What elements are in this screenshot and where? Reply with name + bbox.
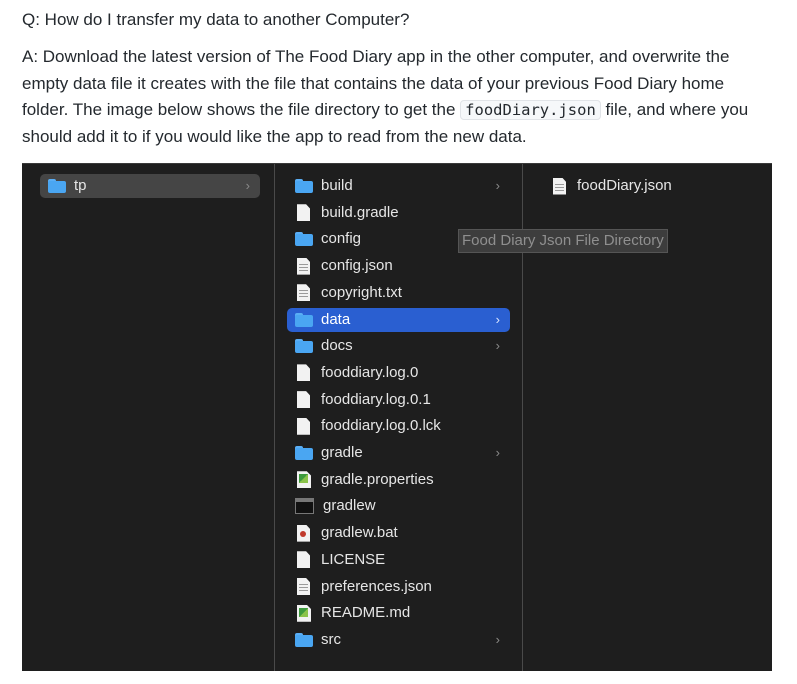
document-icon [297, 578, 310, 595]
chevron-right-icon: › [495, 178, 500, 193]
finder-item-fooddiary-log-0-lck[interactable]: fooddiary.log.0.lck [287, 414, 510, 438]
finder-item-label: build [321, 177, 353, 194]
finder-item-data[interactable]: data › [287, 307, 510, 332]
finder-item-gradle-properties[interactable]: gradle.properties [287, 468, 510, 492]
finder-item-label: docs [321, 337, 353, 355]
finder-item-label: gradlew [323, 497, 376, 515]
file-icon [297, 391, 310, 409]
finder-item-label: gradlew.bat [321, 524, 398, 542]
file-icon [297, 417, 310, 435]
finder-item-build-gradle[interactable]: build.gradle [287, 201, 510, 225]
finder-item-label: src [321, 630, 341, 648]
batch-file-icon [297, 524, 310, 542]
folder-icon [48, 179, 66, 193]
finder-item-label: config.json [321, 257, 393, 275]
finder-item-gradlew-bat[interactable]: gradlew.bat [287, 521, 510, 545]
finder-item-label: fooddiary.log.0.1 [321, 390, 431, 408]
folder-icon [295, 312, 313, 327]
finder-item-label: tp [74, 177, 87, 194]
folder-icon [295, 339, 313, 354]
chevron-right-icon: › [495, 445, 500, 460]
folder-icon [295, 446, 313, 460]
document-icon [553, 177, 566, 195]
finder-item-fooddiary-log-0[interactable]: fooddiary.log.0 [287, 361, 510, 385]
terminal-icon [295, 498, 314, 515]
file-icon [297, 364, 310, 382]
inline-code-filename: foodDiary.json [460, 100, 601, 120]
finder-item-label: copyright.txt [321, 283, 402, 301]
document-icon [297, 257, 310, 275]
finder-item-fooddiary-json[interactable]: foodDiary.json [543, 174, 758, 198]
file-icon [297, 204, 310, 222]
folder-icon [295, 232, 313, 247]
finder-item-gradlew[interactable]: gradlew [287, 494, 510, 518]
finder-item-label: preferences.json [321, 577, 432, 595]
chevron-right-icon: › [245, 178, 250, 193]
answer-paragraph: A: Download the latest version of The Fo… [22, 44, 772, 150]
file-icon [297, 551, 310, 569]
finder-item-label: foodDiary.json [577, 177, 672, 194]
directory-tooltip: Food Diary Json File Directory [458, 229, 668, 253]
finder-item-label: gradle.properties [321, 470, 434, 488]
finder-column-1[interactable]: tp › [22, 164, 275, 671]
finder-item-fooddiary-log-0-1[interactable]: fooddiary.log.0.1 [287, 388, 510, 412]
folder-icon [295, 179, 313, 193]
finder-item-gradle[interactable]: gradle › [287, 441, 510, 465]
markdown-icon [297, 604, 311, 622]
finder-item-label: gradle [321, 444, 363, 461]
folder-icon [295, 632, 313, 647]
document-icon [297, 284, 310, 302]
finder-item-tp[interactable]: tp › [40, 174, 260, 198]
chevron-right-icon: › [495, 631, 500, 647]
finder-item-preferences-json[interactable]: preferences.json [287, 575, 510, 599]
finder-item-label: fooddiary.log.0.lck [321, 417, 441, 435]
finder-item-docs[interactable]: docs › [287, 334, 510, 358]
finder-item-readme-md[interactable]: README.md [287, 601, 510, 625]
finder-item-src[interactable]: src › [287, 628, 510, 652]
properties-icon [297, 471, 311, 489]
finder-item-label: README.md [321, 604, 411, 622]
finder-item-license[interactable]: LICENSE [287, 548, 510, 572]
finder-item-label: data [321, 310, 351, 328]
chevron-right-icon: › [495, 338, 500, 354]
finder-item-label: build.gradle [321, 203, 399, 221]
finder-item-config-json[interactable]: config.json [287, 254, 510, 278]
chevron-right-icon: › [495, 311, 500, 327]
finder-item-label: fooddiary.log.0 [321, 363, 419, 381]
finder-item-copyright-txt[interactable]: copyright.txt [287, 281, 510, 305]
finder-item-build[interactable]: build › [287, 174, 510, 198]
finder-item-label: LICENSE [321, 550, 386, 568]
question-text: Q: How do I transfer my data to another … [22, 10, 410, 29]
finder-item-label: config [321, 230, 362, 248]
